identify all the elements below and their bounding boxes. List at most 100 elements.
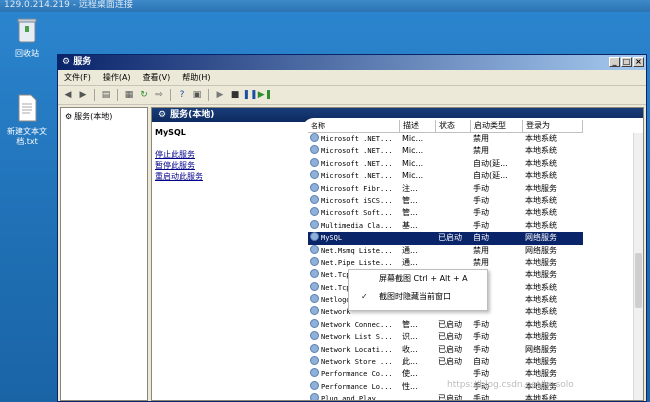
cell-text: Microsoft Fibr... xyxy=(321,184,393,193)
cell-logon-as: 本地服务 xyxy=(523,356,583,368)
table-row[interactable]: MySQL 已启动 自动 网络服务 xyxy=(308,232,583,245)
table-row[interactable]: Net.Pipe Liste... 通... 禁用 本地服务 xyxy=(308,256,583,269)
cell-logon-as: 本地服务 xyxy=(523,269,583,281)
menu-action[interactable]: 操作(A) xyxy=(103,72,131,83)
cell-text: 手动 xyxy=(473,332,489,342)
recycle-bin-label: 回收站 xyxy=(15,49,39,58)
cell-logon-as: 本地系统 xyxy=(523,220,583,232)
table-row[interactable]: Microsoft .NET... Mic... 禁用 本地系统 xyxy=(308,145,583,157)
table-row[interactable]: Network Store ... 此... 已启动 自动 本地服务 xyxy=(308,356,583,368)
maximize-button[interactable]: □ xyxy=(621,57,632,67)
cell-startup-type: 自动 xyxy=(471,232,523,244)
text-file-shortcut[interactable]: 新建文本文档.txt xyxy=(0,94,54,147)
forward-icon[interactable]: ▶ xyxy=(77,89,89,101)
cell-text: 本地服务 xyxy=(525,332,557,342)
pause-service-link[interactable]: 暂停此服务 xyxy=(155,160,295,171)
cell-text: Mic... xyxy=(402,158,424,168)
close-button[interactable]: × xyxy=(633,57,644,67)
menu-view[interactable]: 查看(V) xyxy=(143,72,171,83)
service-gear-icon xyxy=(310,269,319,279)
cell-text: 基... xyxy=(402,220,418,230)
table-row[interactable]: Multimedia Cla... 基... 手动 本地系统 xyxy=(308,219,583,232)
cell-text: 本地服务 xyxy=(525,257,557,267)
table-row[interactable]: Network Locati... 收... 已启动 手动 网络服务 xyxy=(308,343,583,356)
menu-file[interactable]: 文件(F) xyxy=(64,72,91,83)
console-icon[interactable]: ▣ xyxy=(191,89,203,101)
table-row[interactable]: Microsoft .NET... Mic... 自动(延... 本地系统 xyxy=(308,170,583,182)
table-row[interactable]: Plug and Play 已启动 手动 本地系统 xyxy=(308,393,583,400)
column-logon-as[interactable]: 登录为 xyxy=(523,120,583,132)
table-row[interactable]: Microsoft .NET... Mic... 自动(延... 本地系统 xyxy=(308,157,583,170)
cell-text: Microsoft .NET... xyxy=(321,147,393,156)
watermark: https://blog.csdn.net/ly_solo xyxy=(447,380,574,390)
cell-text: 本地服务 xyxy=(525,270,557,280)
cell-startup-type: 手动 xyxy=(471,393,523,400)
show-tree-icon[interactable]: ▤ xyxy=(100,89,112,101)
menu-help[interactable]: 帮助(H) xyxy=(182,72,210,83)
refresh-icon[interactable]: ↻ xyxy=(138,89,150,101)
list-header: 名称 描述 状态 启动类型 登录为 xyxy=(308,120,583,133)
cell-description xyxy=(400,393,436,400)
restart-service-link[interactable]: 重启动此服务 xyxy=(155,171,295,182)
help-icon[interactable]: ? xyxy=(176,89,188,101)
minimize-button[interactable]: _ xyxy=(609,57,620,67)
cell-startup-type: 自动 xyxy=(471,356,523,368)
cell-text: Microsoft Soft... xyxy=(321,209,393,218)
column-startup-type[interactable]: 启动类型 xyxy=(471,120,523,132)
properties-icon[interactable]: ▦ xyxy=(123,89,135,101)
cell-logon-as: 本地系统 xyxy=(523,170,583,182)
pause-service-icon[interactable]: ❚❚ xyxy=(242,89,257,101)
table-row[interactable]: Microsoft Soft... 管... 手动 本地系统 xyxy=(308,207,583,219)
recycle-bin-shortcut[interactable]: 回收站 xyxy=(0,16,54,59)
cell-text: Net.Pipe Liste... xyxy=(321,258,393,267)
service-gear-icon xyxy=(310,194,319,204)
start-service-icon[interactable]: ▶ xyxy=(214,89,226,101)
table-row[interactable]: Network Connec... 管... 已启动 手动 本地系统 xyxy=(308,318,583,331)
cell-startup-type: 禁用 xyxy=(471,133,523,145)
window-title-bar[interactable]: ⚙ 服务 _ □ × xyxy=(58,55,646,70)
cell-text: Performance Lo... xyxy=(321,382,393,391)
table-row[interactable]: Microsoft iSCS... 管... 手动 本地系统 xyxy=(308,194,583,207)
stop-service-link[interactable]: 停止此服务 xyxy=(155,149,295,160)
vertical-scrollbar[interactable] xyxy=(633,133,643,400)
cell-text: Network Connec... xyxy=(321,320,393,329)
table-row[interactable]: Microsoft .NET... Mic... 禁用 本地系统 xyxy=(308,133,583,145)
restart-service-icon[interactable]: ▶❚ xyxy=(258,89,272,101)
tree-item-services-local[interactable]: ⚙ 服务(本地) xyxy=(65,111,112,122)
cell-description: 通... xyxy=(400,257,436,269)
export-icon[interactable]: ⇨ xyxy=(153,89,165,101)
column-status[interactable]: 状态 xyxy=(436,120,471,132)
context-item-screenshot[interactable]: 屏幕截图 Ctrl + Alt + A xyxy=(349,270,487,288)
cell-name: Microsoft .NET... xyxy=(308,133,400,145)
table-row[interactable]: Microsoft Fibr... 注... 手动 本地服务 xyxy=(308,182,583,195)
tree-pane: ⚙ 服务(本地) xyxy=(60,107,148,401)
cell-text: 已启动 xyxy=(438,344,462,354)
service-gear-icon xyxy=(310,331,319,341)
table-row[interactable]: Net.Msmq Liste... 通... 禁用 网络服务 xyxy=(308,244,583,257)
service-gear-icon xyxy=(310,244,319,254)
cell-description xyxy=(400,232,436,244)
service-gear-icon xyxy=(310,133,319,142)
cell-text: 本地系统 xyxy=(525,282,557,292)
cell-description: 管... xyxy=(400,195,436,207)
cell-description: Mic... xyxy=(400,145,436,157)
cell-text: Multimedia Cla... xyxy=(321,221,393,230)
service-gear-icon xyxy=(310,145,319,155)
cell-description: 性... xyxy=(400,381,436,393)
table-row[interactable]: Network List S... 识... 已启动 手动 本地服务 xyxy=(308,331,583,343)
context-item-hide-window[interactable]: ✓ 截图时隐藏当前窗口 xyxy=(349,288,487,306)
cell-logon-as: 本地服务 xyxy=(523,368,583,380)
stop-service-icon[interactable]: ■ xyxy=(229,89,241,101)
column-name[interactable]: 名称 xyxy=(308,120,400,132)
cell-name: MySQL xyxy=(308,232,400,244)
column-description[interactable]: 描述 xyxy=(400,120,436,132)
cell-startup-type: 自动(延... xyxy=(471,158,523,170)
cell-text: Mic... xyxy=(402,171,424,181)
back-icon[interactable]: ◀ xyxy=(62,89,74,101)
text-file-icon xyxy=(0,94,54,125)
toolbar-separator xyxy=(94,89,95,101)
scrollbar-thumb[interactable] xyxy=(635,253,642,308)
services-icon: ⚙ xyxy=(65,112,73,121)
list-rows: Microsoft .NET... Mic... 禁用 本地系统 Microsoft .… xyxy=(308,133,583,400)
table-row[interactable]: Performance Co... 使... 手动 本地服务 xyxy=(308,368,583,380)
